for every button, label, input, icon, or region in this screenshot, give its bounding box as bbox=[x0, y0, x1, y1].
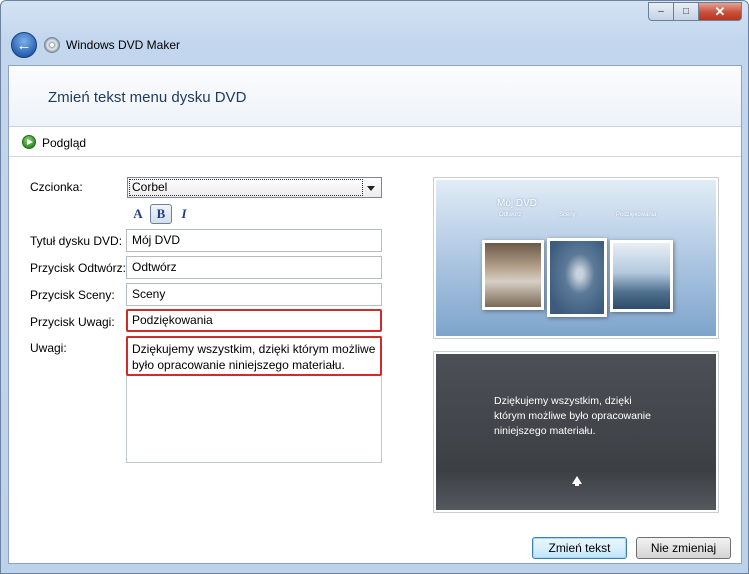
notes-preview-text: Dziękujemy wszystkim, dzięki którym możl… bbox=[494, 395, 651, 437]
preview-photo bbox=[610, 240, 673, 312]
play-button-label: Przycisk Odtwórz: bbox=[30, 261, 127, 275]
preview-toolbar: Podgląd bbox=[9, 127, 741, 157]
dvd-title-input[interactable]: Mój DVD bbox=[126, 229, 382, 252]
notes-button-label: Przycisk Uwagi: bbox=[30, 315, 115, 329]
play-icon[interactable] bbox=[22, 135, 36, 149]
italic-button[interactable]: I bbox=[173, 204, 195, 224]
preview-link[interactable]: Podgląd bbox=[42, 136, 86, 150]
notes-text[interactable]: Dziękujemy wszystkim, dzięki którym możl… bbox=[126, 336, 382, 376]
close-button[interactable]: ✕ bbox=[699, 2, 742, 21]
preview-photo bbox=[547, 238, 607, 317]
font-color-button[interactable]: A bbox=[127, 204, 149, 224]
app-title: Windows DVD Maker bbox=[66, 38, 181, 52]
font-dropdown[interactable]: Corbel bbox=[127, 177, 382, 198]
menu-preview-item: Sceny bbox=[559, 212, 576, 218]
back-button[interactable]: ← bbox=[11, 32, 37, 58]
window-controls: – □ ✕ bbox=[648, 2, 742, 21]
font-dropdown-value: Corbel bbox=[129, 179, 363, 196]
minimize-button[interactable]: – bbox=[648, 2, 674, 21]
page-title: Zmień tekst menu dysku DVD bbox=[48, 89, 247, 106]
menu-preview-title: Mój DVD bbox=[497, 198, 538, 209]
back-arrow-icon: ← bbox=[16, 36, 32, 54]
menu-preview-item: Podziękowania bbox=[616, 212, 657, 218]
main-content: Zmień tekst menu dysku DVD Podgląd Czcio… bbox=[8, 65, 742, 564]
page-header: Zmień tekst menu dysku DVD bbox=[9, 66, 741, 127]
notes-preview-thumbnail: Dziękujemy wszystkim, dzięki którym możl… bbox=[434, 352, 718, 512]
bold-button[interactable]: B bbox=[150, 204, 172, 224]
scenes-button-label: Przycisk Sceny: bbox=[30, 288, 115, 302]
dvd-maker-app-icon bbox=[44, 37, 60, 53]
menu-preview-item: Odtwórz bbox=[499, 212, 522, 218]
dvd-title-label: Tytuł dysku DVD: bbox=[30, 234, 123, 248]
cancel-button[interactable]: Nie zmieniaj bbox=[636, 537, 731, 559]
chevron-down-icon bbox=[367, 186, 375, 191]
menu-preview-thumbnail: Mój DVD Odtwórz Sceny Podziękowania bbox=[434, 178, 718, 338]
change-text-button[interactable]: Zmień tekst bbox=[532, 537, 627, 559]
maximize-button[interactable]: □ bbox=[674, 2, 699, 21]
notes-button-input[interactable]: Podziękowania bbox=[126, 309, 382, 332]
title-bar: – □ ✕ ← Windows DVD Maker bbox=[1, 1, 748, 65]
preview-photo bbox=[482, 240, 544, 310]
notes-label: Uwagi: bbox=[30, 341, 67, 355]
dvd-maker-window: – □ ✕ ← Windows DVD Maker Zmień tekst me… bbox=[0, 0, 749, 574]
play-button-input[interactable]: Odtwórz bbox=[126, 256, 382, 279]
scenes-button-input[interactable]: Sceny bbox=[126, 283, 382, 306]
up-arrow-icon bbox=[572, 476, 582, 486]
font-label: Czcionka: bbox=[30, 180, 83, 194]
